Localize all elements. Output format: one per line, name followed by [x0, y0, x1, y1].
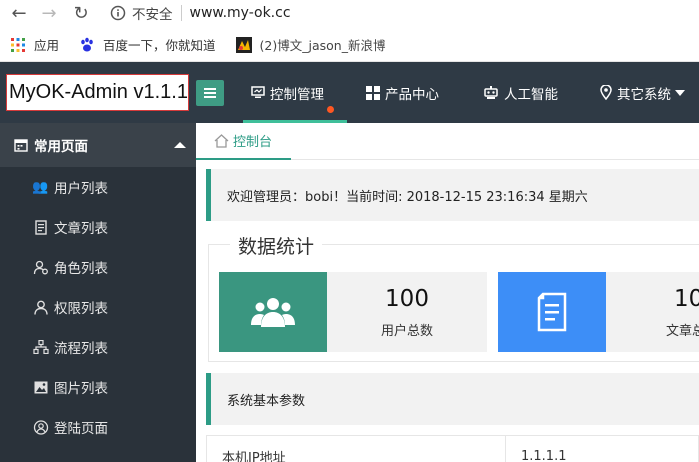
forward-icon[interactable]: →: [38, 2, 60, 24]
system-params-table: 本机IP地址 1.1.1.1: [206, 435, 699, 462]
apps-grid-icon: [11, 37, 25, 52]
sidebar-item-label: 图片列表: [54, 381, 108, 397]
welcome-banner: 欢迎管理员：bobi！当前时间: 2018-12-15 23:16:34 星期六: [206, 169, 699, 221]
notification-dot: [327, 105, 334, 113]
topnav-label: 控制管理: [270, 83, 334, 113]
users-icon: 👥: [32, 179, 49, 195]
stat-value: 100: [385, 285, 429, 312]
document-icon: [537, 292, 567, 332]
stat-body: 100 文章总: [606, 272, 699, 352]
sidebar-item-roles[interactable]: 角色列表: [0, 247, 196, 287]
sidebar-item-articles[interactable]: 文章列表: [0, 207, 196, 247]
topnav-control[interactable]: 控制管理: [243, 62, 347, 123]
security-label: 不安全: [132, 7, 173, 23]
system-params-header: 系统基本参数: [206, 373, 699, 425]
stats-title: 数据统计: [230, 232, 323, 259]
sidebar-item-label: 权限列表: [54, 301, 108, 317]
topnav-other[interactable]: 其它系统: [600, 62, 685, 123]
topnav-label-text: 控制管理: [270, 86, 324, 103]
caret-down-icon: [675, 89, 685, 96]
stat-icon-box: [219, 272, 327, 352]
sidebar-item-label: 流程列表: [54, 341, 108, 357]
location-icon: [600, 85, 612, 100]
stat-label: 文章总: [666, 323, 699, 339]
collapse-arrow-icon[interactable]: [174, 142, 186, 148]
baidu-paw-icon: [81, 37, 93, 51]
param-value: 1.1.1.1: [506, 436, 699, 462]
browser-toolbar: ← → ↻ 不安全 www.my-ok.cc: [0, 0, 699, 28]
home-icon: [214, 133, 229, 148]
stat-card-users[interactable]: 100 用户总数: [219, 272, 487, 352]
menu-toggle-button[interactable]: [196, 80, 224, 106]
bookmark-label: 百度一下，你就知道: [103, 38, 216, 53]
address-bar[interactable]: 不安全 www.my-ok.cc: [110, 1, 291, 25]
sidebar-item-images[interactable]: 图片列表: [0, 367, 196, 407]
bookmark-baidu[interactable]: 百度一下，你就知道: [79, 35, 216, 54]
monitor-icon: [251, 86, 265, 98]
sidebar-group-label: 常用页面: [34, 139, 88, 155]
image-icon: [34, 381, 48, 393]
sidebar-item-flows[interactable]: 流程列表: [0, 327, 196, 367]
bookmark-label: (2)博文_jason_新浪博: [259, 38, 386, 53]
reload-icon[interactable]: ↻: [70, 2, 92, 24]
topnav-ai[interactable]: 人工智能: [483, 62, 558, 123]
sidebar: 常用页面 👥 用户列表 文章列表 角色列表 权限列表 流程列表 图片列表 登陆页…: [0, 123, 196, 462]
topnav-label: 产品中心: [385, 86, 439, 103]
address-divider: [180, 5, 182, 21]
sidebar-item-label: 登陆页面: [54, 421, 108, 437]
sina-blog-icon: [235, 36, 252, 53]
sidebar-group-common[interactable]: 常用页面: [0, 123, 196, 167]
sidebar-item-label: 用户列表: [54, 181, 108, 197]
stat-value: 100: [674, 285, 699, 312]
robot-icon: [484, 85, 498, 99]
sidebar-item-permissions[interactable]: 权限列表: [0, 287, 196, 327]
sidebar-item-label: 角色列表: [54, 261, 108, 277]
back-icon[interactable]: ←: [8, 2, 30, 24]
bookmark-apps[interactable]: 应用: [10, 35, 59, 54]
flow-icon: [33, 340, 49, 354]
sidebar-item-label: 文章列表: [54, 221, 108, 237]
grid-icon: [366, 85, 380, 100]
article-icon: [35, 219, 47, 235]
bookmarks-bar: 应用 百度一下，你就知道 (2)博文_jason_新浪博: [0, 28, 699, 62]
bookmark-label: 应用: [34, 38, 60, 53]
stat-card-articles[interactable]: 100 文章总: [498, 272, 699, 352]
sidebar-item-users[interactable]: 👥 用户列表: [0, 167, 196, 207]
topnav-label: 人工智能: [504, 86, 558, 103]
param-name: 本机IP地址: [206, 436, 506, 462]
hamburger-icon: [204, 88, 216, 98]
users-icon: [251, 298, 295, 327]
url-text[interactable]: www.my-ok.cc: [190, 5, 291, 21]
calendar-icon: [14, 139, 28, 152]
topnav-products[interactable]: 产品中心: [366, 62, 439, 123]
login-icon: [33, 419, 49, 435]
user-icon: [34, 300, 48, 315]
sidebar-item-login[interactable]: 登陆页面: [0, 407, 196, 447]
tab-bar: 控制台: [196, 123, 699, 160]
stat-label: 用户总数: [380, 323, 433, 339]
info-icon[interactable]: [110, 5, 126, 21]
stat-body: 100 用户总数: [327, 272, 487, 352]
stat-icon-box: [498, 272, 606, 352]
app-logo[interactable]: MyOK-Admin v1.1.1: [6, 74, 189, 111]
topnav-label: 其它系统: [617, 86, 671, 103]
tab-label: 控制台: [233, 135, 273, 150]
role-icon: [33, 260, 48, 274]
bookmark-sina-blog[interactable]: (2)博文_jason_新浪博: [235, 35, 386, 54]
tab-dashboard[interactable]: 控制台: [196, 123, 291, 160]
